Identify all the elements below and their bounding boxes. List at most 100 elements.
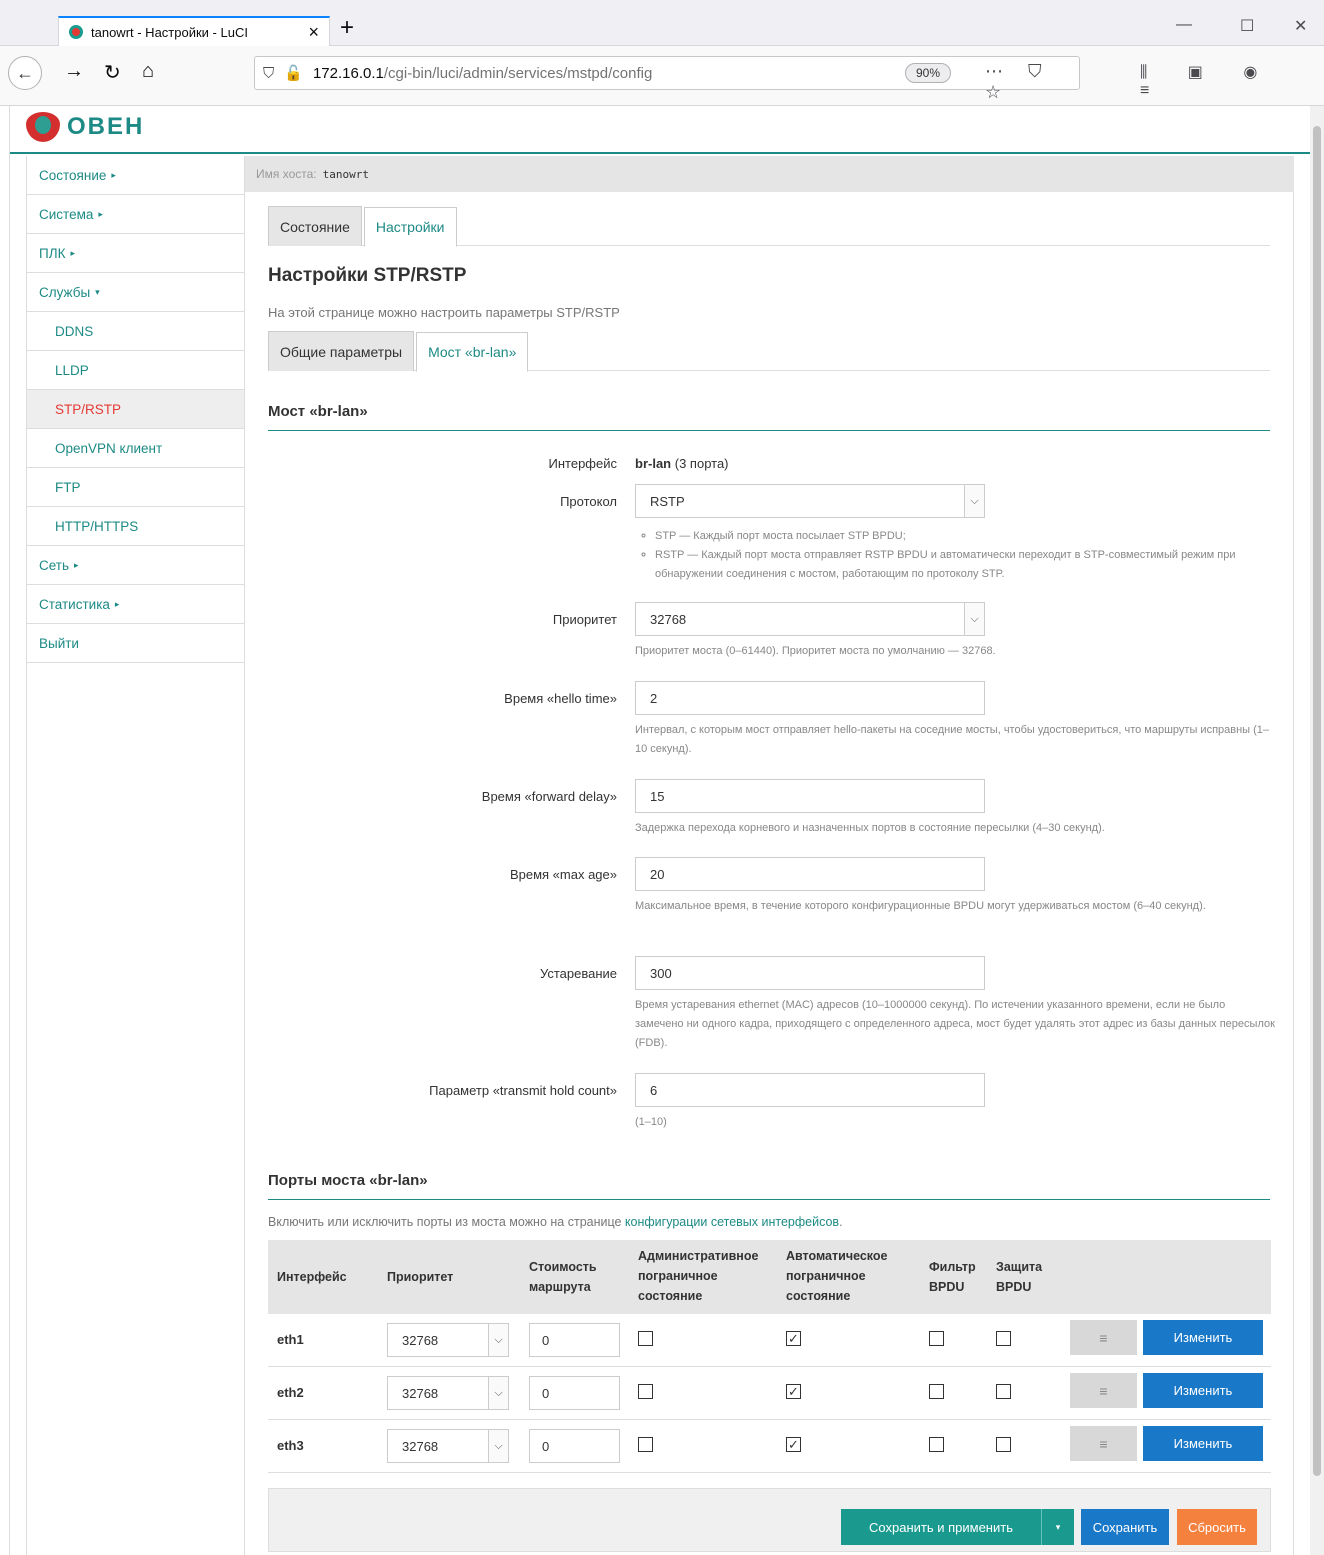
max-age-row: Время «max age» 20 Максимальное время, в… [268, 857, 1270, 937]
port-priority-select[interactable]: 32768 ⌵ [387, 1376, 509, 1410]
protocol-select[interactable]: RSTP ⌵ [635, 484, 985, 518]
network-config-link[interactable]: конфигурации сетевых интерфейсов [625, 1215, 839, 1229]
browser-tab[interactable]: tanowrt - Настройки - LuCI × [58, 16, 330, 46]
url-path: /cgi-bin/luci/admin/services/mstpd/confi… [383, 64, 653, 82]
scrollbar-thumb[interactable] [1313, 126, 1321, 1476]
bpdu-filter-checkbox[interactable] [929, 1384, 944, 1399]
edit-button[interactable]: Изменить [1143, 1426, 1263, 1461]
tx-hold-input[interactable]: 6 [635, 1073, 985, 1107]
save-button[interactable]: Сохранить [1081, 1509, 1169, 1545]
auto-edge-checkbox[interactable]: ✓ [786, 1384, 801, 1399]
caret-right-icon: ▸ [70, 247, 75, 258]
tab-general[interactable]: Общие параметры [268, 331, 415, 371]
port-interface: eth2 [277, 1385, 304, 1400]
home-icon[interactable]: ⌂ [142, 60, 154, 83]
table-row: eth3 32768 ⌵ 0 ✓ ≡ Изменить [268, 1420, 1271, 1473]
edit-button[interactable]: Изменить [1143, 1320, 1263, 1355]
caret-right-icon: ▸ [111, 169, 116, 180]
tab-status[interactable]: Состояние [268, 206, 362, 246]
bpdu-guard-checkbox[interactable] [996, 1384, 1011, 1399]
forward-delay-label: Время «forward delay» [481, 789, 617, 804]
menu-icon[interactable]: ≡ [1070, 1426, 1137, 1461]
page-actions-icon[interactable]: ⋯ ⛉ ☆ [985, 61, 1079, 103]
sidebar-item-openvpn[interactable]: OpenVPN клиент [27, 429, 244, 468]
max-age-input[interactable]: 20 [635, 857, 985, 891]
favicon-icon [69, 25, 83, 39]
new-tab-icon[interactable]: + [340, 14, 354, 42]
bpdu-guard-checkbox[interactable] [996, 1331, 1011, 1346]
port-cost-input[interactable]: 0 [529, 1429, 620, 1463]
port-cost-input[interactable]: 0 [529, 1376, 620, 1410]
auto-edge-checkbox[interactable]: ✓ [786, 1437, 801, 1452]
header: ОВЕН [10, 106, 1310, 154]
sidebar-item-label: ПЛК [39, 245, 66, 261]
port-priority-value: 32768 [402, 1438, 439, 1454]
port-priority-select[interactable]: 32768 ⌵ [387, 1323, 509, 1357]
logo-text: ОВЕН [67, 113, 145, 140]
port-priority-select[interactable]: 32768 ⌵ [387, 1429, 509, 1463]
admin-edge-checkbox[interactable] [638, 1331, 653, 1346]
ageing-input[interactable]: 300 [635, 956, 985, 990]
sidebar: Состояние ▸ Система ▸ ПЛК ▸ Службы ▾ DDNS LL… [26, 156, 245, 1555]
chevron-down-icon: ⌵ [488, 1377, 508, 1409]
sidebar-item-stp[interactable]: STP/RSTP [27, 390, 244, 429]
minimize-icon[interactable]: — [1176, 16, 1192, 34]
caret-right-icon: ▸ [114, 598, 120, 609]
sidebar-item-services[interactable]: Службы ▾ [27, 273, 244, 312]
page-title: Настройки STP/RSTP [268, 265, 467, 286]
browser-navbar: ← → ↻ ⌂ ⛉ 🔓 172.16.0.1 /cgi-bin/luci/adm… [0, 46, 1324, 106]
sidebar-item-network[interactable]: Сеть ▸ [27, 546, 244, 585]
tab-settings[interactable]: Настройки [363, 207, 457, 247]
admin-edge-checkbox[interactable] [638, 1384, 653, 1399]
menu-icon[interactable]: ≡ [1070, 1320, 1137, 1355]
table-row: eth2 32768 ⌵ 0 ✓ ≡ Изменить [268, 1367, 1271, 1420]
sidebar-item-http[interactable]: HTTP/HTTPS [27, 507, 244, 546]
forward-delay-hint: Задержка перехода корневого и назначенны… [635, 822, 1105, 834]
maximize-icon[interactable]: ☐ [1240, 16, 1254, 36]
close-window-icon[interactable]: ✕ [1294, 16, 1307, 36]
ports-intro-end: . [839, 1215, 843, 1229]
protocol-row: Протокол RSTP ⌵ STP — Каждый порт моста … [268, 484, 1270, 584]
sidebar-item-label: STP/RSTP [55, 401, 122, 417]
col-interface: Интерфейс [277, 1270, 347, 1284]
bpdu-filter-checkbox[interactable] [929, 1331, 944, 1346]
sidebar-item-ddns[interactable]: DDNS [27, 312, 244, 351]
forward-delay-input[interactable]: 15 [635, 779, 985, 813]
sidebar-item-status[interactable]: Состояние ▸ [27, 156, 244, 195]
bpdu-guard-checkbox[interactable] [996, 1437, 1011, 1452]
menu-icon[interactable]: ≡ [1070, 1373, 1137, 1408]
bridge-section-title: Мост «br-lan» [268, 403, 1270, 431]
auto-edge-checkbox[interactable]: ✓ [786, 1331, 801, 1346]
bpdu-filter-checkbox[interactable] [929, 1437, 944, 1452]
edit-button[interactable]: Изменить [1143, 1373, 1263, 1408]
url-host: 172.16.0.1 [312, 64, 384, 82]
priority-select[interactable]: 32768 ⌵ [635, 602, 985, 636]
hello-input[interactable]: 2 [635, 681, 985, 715]
admin-edge-checkbox[interactable] [638, 1437, 653, 1452]
forward-icon[interactable]: → [64, 60, 84, 83]
logo[interactable]: ОВЕН [26, 112, 144, 142]
zoom-indicator[interactable]: 90% [905, 63, 952, 83]
save-apply-button[interactable]: Сохранить и применить [841, 1509, 1041, 1545]
back-icon[interactable]: ← [8, 56, 42, 90]
tab-bridge[interactable]: Мост «br-lan» [416, 332, 529, 372]
port-cost-input[interactable]: 0 [529, 1323, 620, 1357]
url-bar[interactable]: ⛉ 🔓 172.16.0.1 /cgi-bin/luci/admin/servi… [254, 56, 1080, 102]
sidebar-item-plc[interactable]: ПЛК ▸ [27, 234, 244, 273]
insecure-lock-icon[interactable]: 🔓 [284, 64, 303, 82]
save-apply-dropdown-icon[interactable]: ▾ [1041, 1509, 1074, 1545]
toolbar-icons[interactable]: ⫼ ▣ ◉ ≡ [1140, 62, 1324, 100]
sidebar-item-lldp[interactable]: LLDP [27, 351, 244, 390]
reset-button[interactable]: Сбросить [1177, 1509, 1257, 1545]
sidebar-item-ftp[interactable]: FTP [27, 468, 244, 507]
col-bpdu-guard: Защита BPDU [996, 1260, 1043, 1294]
port-priority-value: 32768 [402, 1332, 439, 1348]
reload-icon[interactable]: ↻ [104, 60, 121, 85]
hello-row: Время «hello time» 2 Интервал, с которым… [268, 681, 1270, 761]
page: ОВЕН Состояние ▸ Система ▸ ПЛК ▸ Службы ▾ DD… [10, 106, 1310, 1555]
sidebar-item-logout[interactable]: Выйти [27, 624, 244, 663]
sidebar-item-system[interactable]: Система ▸ [27, 195, 244, 234]
sidebar-item-statistics[interactable]: Статистика ▸ [27, 585, 244, 624]
sidebar-item-label: DDNS [55, 323, 94, 339]
close-tab-icon[interactable]: × [308, 22, 319, 43]
